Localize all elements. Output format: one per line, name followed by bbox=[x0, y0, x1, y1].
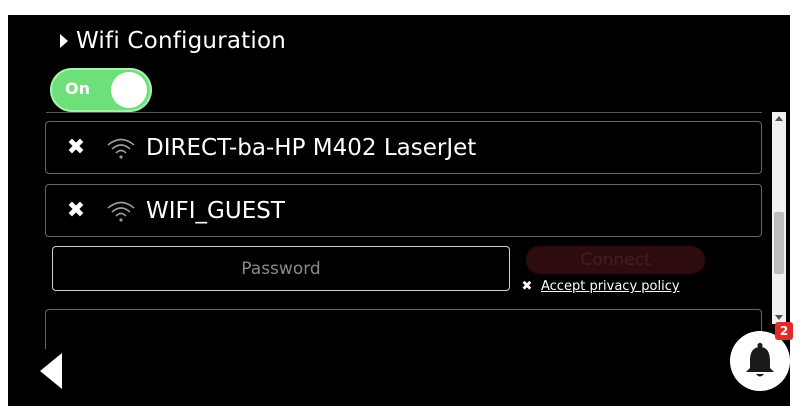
caret-right-icon bbox=[60, 34, 68, 48]
scroll-down-icon[interactable] bbox=[775, 315, 783, 320]
close-icon[interactable]: ✖ bbox=[64, 198, 88, 223]
notification-count-badge: 2 bbox=[775, 322, 793, 340]
section-title: Wifi Configuration bbox=[76, 28, 287, 54]
close-icon[interactable]: ✖ bbox=[521, 279, 533, 294]
toggle-knob bbox=[111, 72, 147, 108]
close-icon[interactable]: ✖ bbox=[64, 135, 88, 160]
back-arrow-icon[interactable] bbox=[36, 351, 66, 391]
scrollbar-thumb[interactable] bbox=[774, 212, 784, 274]
network-item[interactable] bbox=[45, 309, 762, 349]
wifi-toggle[interactable]: On bbox=[50, 68, 152, 112]
divider bbox=[46, 112, 762, 113]
bell-icon bbox=[746, 342, 774, 377]
privacy-policy-link[interactable]: Accept privacy policy bbox=[541, 279, 680, 294]
network-name: DIRECT-ba-HP M402 LaserJet bbox=[146, 134, 477, 161]
scrollbar[interactable] bbox=[772, 112, 786, 324]
scroll-up-icon[interactable] bbox=[775, 116, 783, 121]
network-item[interactable]: ✖ WIFI_GUEST bbox=[45, 184, 762, 237]
password-input[interactable] bbox=[52, 246, 510, 291]
wifi-configuration-header[interactable]: Wifi Configuration bbox=[60, 23, 286, 59]
toggle-label: On bbox=[65, 79, 90, 98]
privacy-policy-row: ✖ Accept privacy policy bbox=[521, 279, 680, 294]
wifi-settings-screen: Wifi Configuration On ✖ DIRECT-ba-HP M40… bbox=[8, 15, 790, 406]
connect-button[interactable]: Connect bbox=[526, 246, 705, 274]
network-name: WIFI_GUEST bbox=[146, 197, 285, 224]
wifi-signal-icon bbox=[107, 138, 135, 159]
wifi-signal-icon bbox=[107, 201, 135, 222]
notifications-button[interactable] bbox=[730, 331, 790, 391]
network-item[interactable]: ✖ DIRECT-ba-HP M402 LaserJet bbox=[45, 121, 762, 174]
